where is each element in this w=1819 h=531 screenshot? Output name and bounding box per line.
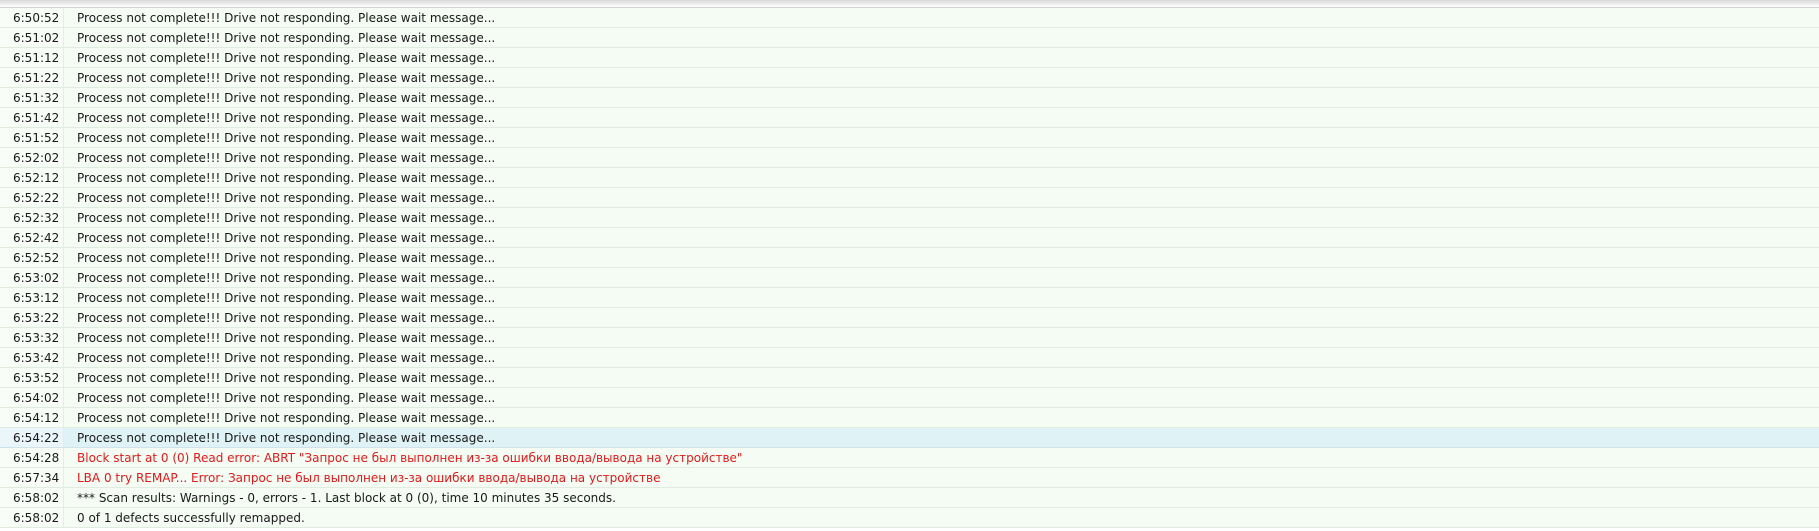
log-message: Process not complete!!! Drive not respon… xyxy=(77,71,496,85)
log-row[interactable]: 6:50:52 Process not complete!!! Drive not… xyxy=(0,8,1819,28)
log-timestamp: 6:53:32 xyxy=(0,328,64,347)
log-message: Process not complete!!! Drive not respon… xyxy=(77,251,496,265)
log-list[interactable]: 6:50:52 Process not complete!!! Drive not… xyxy=(0,8,1819,528)
log-timestamp: 6:52:22 xyxy=(0,188,64,207)
log-row[interactable]: 6:53:22 Process not complete!!! Drive not… xyxy=(0,308,1819,328)
log-message: Process not complete!!! Drive not respon… xyxy=(77,431,496,445)
log-timestamp: 6:53:52 xyxy=(0,368,64,387)
log-row[interactable]: 6:53:42 Process not complete!!! Drive not… xyxy=(0,348,1819,368)
event-log-panel[interactable]: 6:50:52 Process not complete!!! Drive not… xyxy=(0,0,1819,531)
log-timestamp: 6:54:28 xyxy=(0,448,64,467)
log-timestamp: 6:52:02 xyxy=(0,148,64,167)
log-timestamp: 6:53:02 xyxy=(0,268,64,287)
log-message: Process not complete!!! Drive not respon… xyxy=(77,411,496,425)
log-row[interactable]: 6:52:12 Process not complete!!! Drive not… xyxy=(0,168,1819,188)
log-message: 0 of 1 defects successfully remapped. xyxy=(77,511,305,525)
log-message: Process not complete!!! Drive not respon… xyxy=(77,171,496,185)
log-row[interactable]: 6:51:22 Process not complete!!! Drive not… xyxy=(0,68,1819,88)
log-timestamp: 6:53:12 xyxy=(0,288,64,307)
log-row[interactable]: 6:54:12 Process not complete!!! Drive not… xyxy=(0,408,1819,428)
log-row[interactable]: 6:52:42 Process not complete!!! Drive not… xyxy=(0,228,1819,248)
log-message: Process not complete!!! Drive not respon… xyxy=(77,91,496,105)
log-error-message: LBA 0 try REMAP... Error: Запрос не был … xyxy=(77,471,661,485)
log-message: *** Scan results: Warnings - 0, errors -… xyxy=(77,491,616,505)
log-error-message: Block start at 0 (0) Read error: ABRT "З… xyxy=(77,451,743,465)
log-row[interactable]: 6:51:02 Process not complete!!! Drive not… xyxy=(0,28,1819,48)
log-timestamp: 6:53:22 xyxy=(0,308,64,327)
log-row[interactable]: 6:52:32 Process not complete!!! Drive not… xyxy=(0,208,1819,228)
log-message: Process not complete!!! Drive not respon… xyxy=(77,191,496,205)
log-timestamp: 6:57:34 xyxy=(0,468,64,487)
log-message: Process not complete!!! Drive not respon… xyxy=(77,391,496,405)
log-timestamp: 6:50:52 xyxy=(0,8,64,27)
log-timestamp: 6:51:32 xyxy=(0,88,64,107)
log-row[interactable]: 6:53:12 Process not complete!!! Drive not… xyxy=(0,288,1819,308)
log-message: Process not complete!!! Drive not respon… xyxy=(77,151,496,165)
log-message: Process not complete!!! Drive not respon… xyxy=(77,31,496,45)
log-message: Process not complete!!! Drive not respon… xyxy=(77,231,496,245)
log-message: Process not complete!!! Drive not respon… xyxy=(77,331,496,345)
log-timestamp: 6:53:42 xyxy=(0,348,64,367)
log-timestamp: 6:54:02 xyxy=(0,388,64,407)
log-message: Process not complete!!! Drive not respon… xyxy=(77,311,496,325)
log-timestamp: 6:52:42 xyxy=(0,228,64,247)
log-message: Process not complete!!! Drive not respon… xyxy=(77,351,496,365)
log-row[interactable]: 6:57:34 LBA 0 try REMAP... Error: Запрос … xyxy=(0,468,1819,488)
log-message: Process not complete!!! Drive not respon… xyxy=(77,51,496,65)
log-message: Process not complete!!! Drive not respon… xyxy=(77,271,496,285)
log-timestamp: 6:51:12 xyxy=(0,48,64,67)
log-row[interactable]: 6:58:02 0 of 1 defects successfully remap… xyxy=(0,508,1819,528)
log-row[interactable]: 6:54:02 Process not complete!!! Drive not… xyxy=(0,388,1819,408)
log-message: Process not complete!!! Drive not respon… xyxy=(77,371,496,385)
log-message: Process not complete!!! Drive not respon… xyxy=(77,211,496,225)
log-row[interactable]: 6:58:02 *** Scan results: Warnings - 0, e… xyxy=(0,488,1819,508)
log-row[interactable]: 6:53:32 Process not complete!!! Drive not… xyxy=(0,328,1819,348)
log-row[interactable]: 6:52:22 Process not complete!!! Drive not… xyxy=(0,188,1819,208)
log-row[interactable]: 6:51:42 Process not complete!!! Drive not… xyxy=(0,108,1819,128)
log-row[interactable]: 6:53:02 Process not complete!!! Drive not… xyxy=(0,268,1819,288)
log-row[interactable]: 6:54:22 Process not complete!!! Drive not… xyxy=(0,428,1819,448)
log-row[interactable]: 6:51:52 Process not complete!!! Drive not… xyxy=(0,128,1819,148)
header-divider xyxy=(0,0,1819,8)
log-message: Process not complete!!! Drive not respon… xyxy=(77,111,496,125)
log-row[interactable]: 6:52:52 Process not complete!!! Drive not… xyxy=(0,248,1819,268)
log-timestamp: 6:54:12 xyxy=(0,408,64,427)
log-row[interactable]: 6:51:32 Process not complete!!! Drive not… xyxy=(0,88,1819,108)
log-message: Process not complete!!! Drive not respon… xyxy=(77,131,496,145)
log-timestamp: 6:52:52 xyxy=(0,248,64,267)
log-timestamp: 6:58:02 xyxy=(0,488,64,507)
log-timestamp: 6:52:12 xyxy=(0,168,64,187)
log-message: Process not complete!!! Drive not respon… xyxy=(77,291,496,305)
log-message: Process not complete!!! Drive not respon… xyxy=(77,11,496,25)
log-timestamp: 6:54:22 xyxy=(0,428,64,447)
log-timestamp: 6:58:02 xyxy=(0,508,64,527)
log-timestamp: 6:51:22 xyxy=(0,68,64,87)
log-row[interactable]: 6:52:02 Process not complete!!! Drive not… xyxy=(0,148,1819,168)
log-row[interactable]: 6:53:52 Process not complete!!! Drive not… xyxy=(0,368,1819,388)
log-row[interactable]: 6:51:12 Process not complete!!! Drive not… xyxy=(0,48,1819,68)
log-timestamp: 6:52:32 xyxy=(0,208,64,227)
log-timestamp: 6:51:52 xyxy=(0,128,64,147)
log-row[interactable]: 6:54:28 Block start at 0 (0) Read error: … xyxy=(0,448,1819,468)
log-timestamp: 6:51:42 xyxy=(0,108,64,127)
log-timestamp: 6:51:02 xyxy=(0,28,64,47)
